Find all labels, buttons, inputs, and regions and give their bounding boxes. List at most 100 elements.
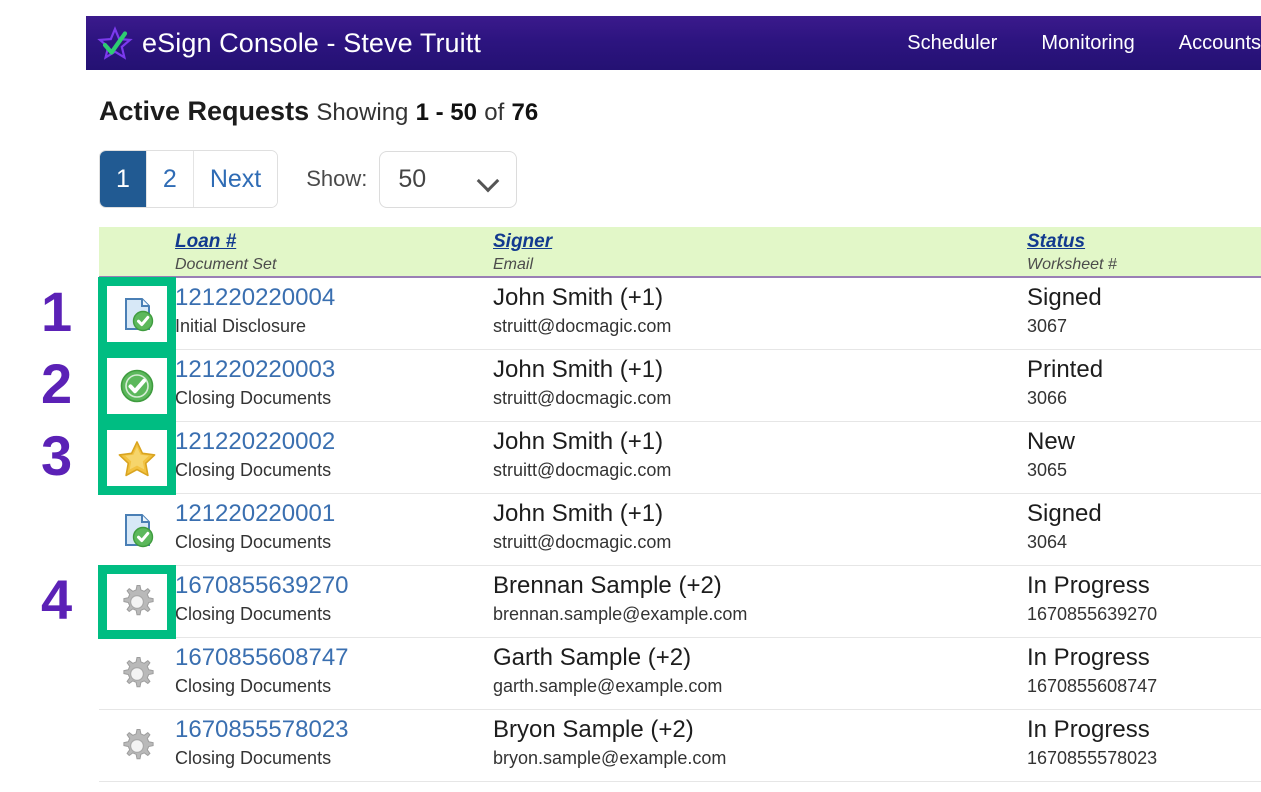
table-row[interactable]: 1670855639270 Closing Documents Brennan Sa… (99, 566, 1261, 638)
row-signer-cell: John Smith (+1) struitt@docmagic.com (493, 422, 1027, 481)
row-status-icon-cell[interactable] (99, 638, 175, 710)
row-loan-number[interactable]: 121220220004 (175, 284, 493, 312)
row-document-set: Closing Documents (175, 603, 332, 624)
row-signer-name: John Smith (+1) (493, 284, 664, 311)
table-row[interactable]: 121220220001 Closing Documents John Smith … (99, 494, 1261, 566)
row-loan-cell: 1670855578023 Closing Documents (175, 710, 493, 769)
col-signer-title[interactable]: Signer (493, 227, 552, 253)
document-check-icon[interactable] (115, 508, 159, 552)
gold-star-icon[interactable] (115, 436, 159, 480)
row-status-icon-cell[interactable] (99, 350, 175, 422)
row-worksheet-number: 1670855608747 (1027, 675, 1158, 696)
gear-icon[interactable] (115, 652, 159, 696)
row-status-icon-cell[interactable] (99, 566, 175, 638)
row-worksheet-number: 3065 (1027, 459, 1068, 480)
top-navbar: eSign Console - Steve Truitt Scheduler M… (86, 16, 1261, 70)
row-loan-cell: 1670855639270 Closing Documents (175, 566, 493, 625)
row-document-set: Closing Documents (175, 459, 332, 480)
row-status-text: In Progress (1027, 572, 1150, 599)
annotation-number: 2 (41, 352, 73, 415)
nav-scheduler[interactable]: Scheduler (885, 32, 1019, 55)
row-status-text: In Progress (1027, 644, 1150, 671)
row-status-text: In Progress (1027, 716, 1150, 743)
row-loan-cell: 121220220004 Initial Disclosure (175, 278, 493, 337)
row-loan-cell: 121220220003 Closing Documents (175, 350, 493, 409)
row-loan-number[interactable]: 121220220003 (175, 356, 493, 384)
row-signer-name: John Smith (+1) (493, 500, 664, 527)
row-status-icon-cell[interactable] (99, 278, 175, 350)
row-status-cell: New 3065 (1027, 422, 1261, 481)
gear-icon[interactable] (115, 724, 159, 768)
showing-range: 1 - 50 (415, 99, 477, 126)
nav-accounts[interactable]: Accounts (1157, 32, 1261, 55)
col-loan-subtitle: Document Set (175, 256, 277, 273)
col-status-title[interactable]: Status (1027, 227, 1085, 253)
col-signer-subtitle: Email (493, 256, 534, 273)
brand[interactable]: eSign Console - Steve Truitt (86, 24, 481, 62)
row-signer-name: Brennan Sample (+2) (493, 572, 722, 599)
row-worksheet-number: 3066 (1027, 387, 1068, 408)
chevron-down-icon (478, 173, 500, 186)
row-loan-number[interactable]: 1670855608747 (175, 644, 493, 672)
row-document-set: Closing Documents (175, 531, 332, 552)
table-body: 121220220004 Initial Disclosure John Smith… (99, 278, 1261, 782)
annotation-number: 1 (41, 280, 73, 343)
green-check-circle-icon[interactable] (115, 364, 159, 408)
showing-total: 76 (511, 99, 539, 126)
row-status-cell: In Progress 1670855608747 (1027, 638, 1261, 697)
row-status-icon-cell[interactable] (99, 710, 175, 782)
document-check-icon[interactable] (115, 292, 159, 336)
table-row[interactable]: 1670855578023 Closing Documents Bryon Samp… (99, 710, 1261, 782)
row-signer-cell: John Smith (+1) struitt@docmagic.com (493, 494, 1027, 553)
row-signer-email: brennan.sample@example.com (493, 603, 748, 624)
table-row[interactable]: 1670855608747 Closing Documents Garth Samp… (99, 638, 1261, 710)
nav-monitoring[interactable]: Monitoring (1019, 32, 1156, 55)
page-button-2[interactable]: 2 (146, 151, 194, 207)
row-worksheet-number: 1670855578023 (1027, 747, 1158, 768)
row-loan-number[interactable]: 121220220001 (175, 500, 493, 528)
row-worksheet-number: 3064 (1027, 531, 1068, 552)
app-root: eSign Console - Steve Truitt Scheduler M… (0, 0, 1261, 792)
row-status-cell: Signed 3067 (1027, 278, 1261, 337)
row-document-set: Closing Documents (175, 387, 332, 408)
row-signer-name: Bryon Sample (+2) (493, 716, 694, 743)
row-signer-name: Garth Sample (+2) (493, 644, 692, 671)
page-title-text: Active Requests (99, 96, 310, 126)
of-label: of (484, 99, 505, 126)
row-signer-cell: Brennan Sample (+2) brennan.sample@exampl… (493, 566, 1027, 625)
row-document-set: Closing Documents (175, 747, 332, 768)
row-loan-cell: 121220220001 Closing Documents (175, 494, 493, 553)
table-row[interactable]: 121220220002 Closing Documents John Smith … (99, 422, 1261, 494)
row-signer-cell: John Smith (+1) struitt@docmagic.com (493, 278, 1027, 337)
table-header-row: Loan # Document Set Signer Email Status … (99, 227, 1261, 278)
row-signer-cell: John Smith (+1) struitt@docmagic.com (493, 350, 1027, 409)
row-status-icon-cell[interactable] (99, 422, 175, 494)
annotation-number: 3 (41, 424, 73, 487)
table-row[interactable]: 121220220003 Closing Documents John Smith … (99, 350, 1261, 422)
table-row[interactable]: 121220220004 Initial Disclosure John Smith… (99, 278, 1261, 350)
row-status-text: Signed (1027, 284, 1102, 311)
row-signer-email: struitt@docmagic.com (493, 459, 672, 480)
row-signer-email: struitt@docmagic.com (493, 531, 672, 552)
row-status-cell: Printed 3066 (1027, 350, 1261, 409)
row-status-text: Printed (1027, 356, 1104, 383)
row-loan-number[interactable]: 1670855639270 (175, 572, 493, 600)
row-document-set: Initial Disclosure (175, 315, 307, 336)
page-button-next[interactable]: Next (193, 151, 278, 207)
row-signer-name: John Smith (+1) (493, 428, 664, 455)
col-status-header: Status Worksheet # (1027, 227, 1261, 274)
row-status-icon-cell[interactable] (99, 494, 175, 566)
col-signer-header: Signer Email (493, 227, 1027, 274)
showing-label: Showing (316, 99, 409, 126)
col-status-subtitle: Worksheet # (1027, 256, 1117, 273)
col-loan-title[interactable]: Loan # (175, 227, 236, 253)
gear-icon[interactable] (115, 580, 159, 624)
row-worksheet-number: 3067 (1027, 315, 1068, 336)
row-loan-number[interactable]: 121220220002 (175, 428, 493, 456)
row-loan-number[interactable]: 1670855578023 (175, 716, 493, 744)
page-button-1[interactable]: 1 (100, 151, 147, 207)
row-document-set: Closing Documents (175, 675, 332, 696)
row-status-text: Signed (1027, 500, 1102, 527)
page-size-select[interactable]: 50 (379, 150, 518, 208)
row-status-cell: In Progress 1670855578023 (1027, 710, 1261, 769)
